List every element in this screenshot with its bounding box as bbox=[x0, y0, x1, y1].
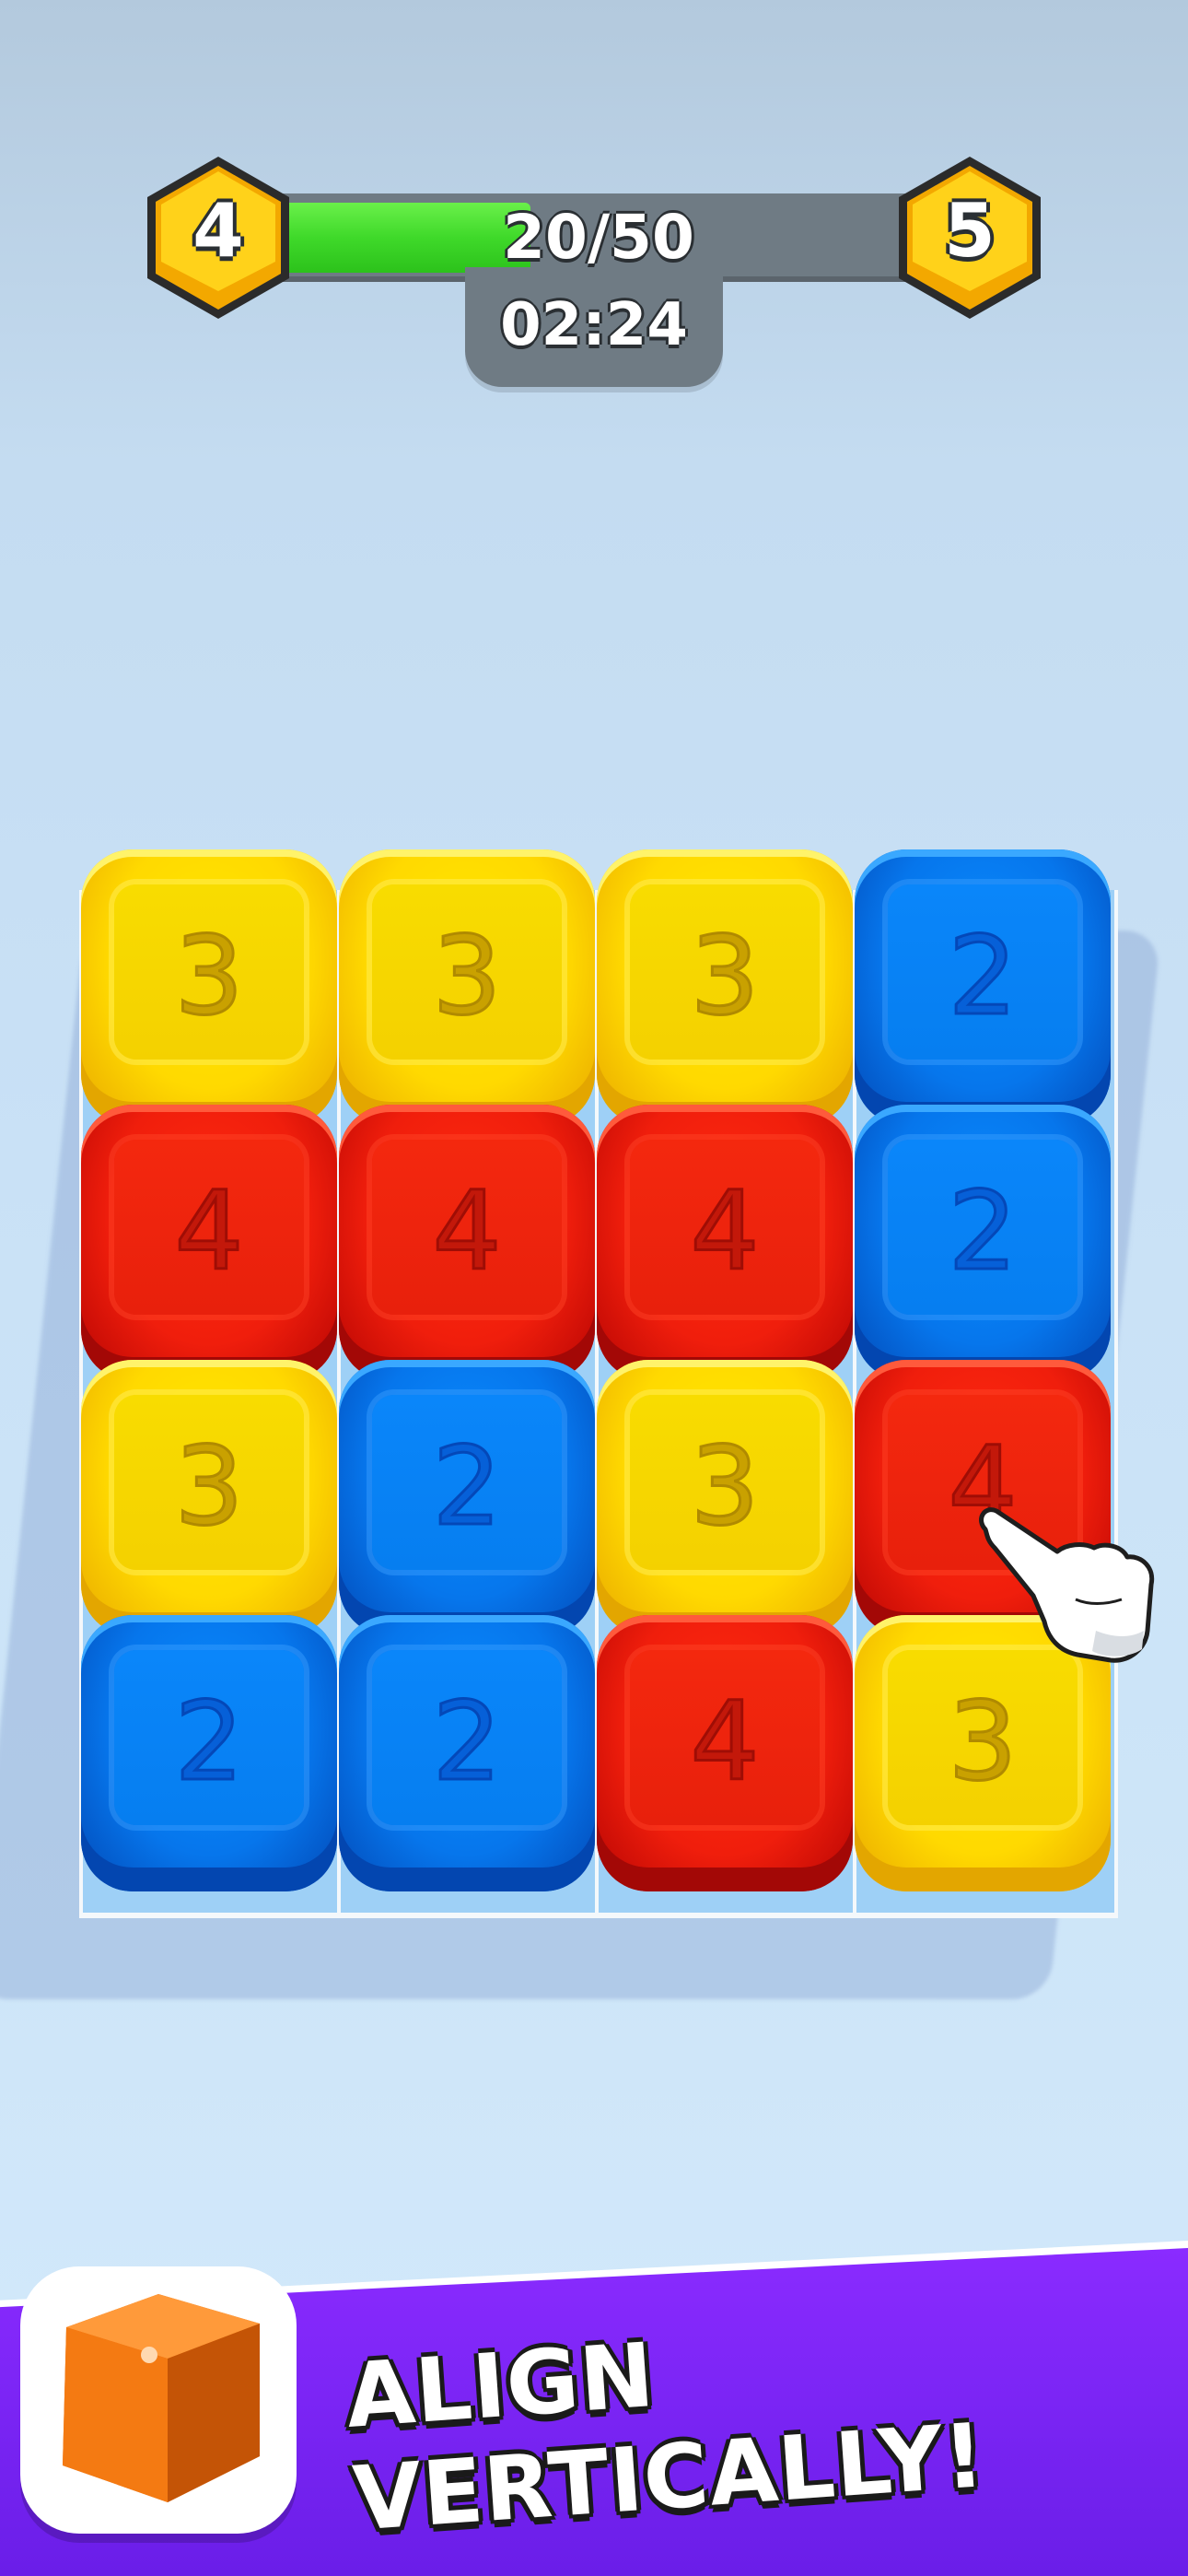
orange-cube-icon bbox=[20, 2266, 297, 2534]
block-number: 2 bbox=[173, 1677, 245, 1807]
block-number: 2 bbox=[947, 1166, 1019, 1296]
block-blue[interactable]: 2 bbox=[339, 1360, 595, 1636]
block-number: 2 bbox=[947, 911, 1019, 1041]
block-blue[interactable]: 2 bbox=[81, 1615, 337, 1891]
block-number: 3 bbox=[689, 1422, 761, 1551]
block-red[interactable]: 4 bbox=[597, 1105, 853, 1381]
block-red[interactable]: 4 bbox=[597, 1615, 853, 1891]
block-number: 3 bbox=[431, 911, 503, 1041]
block-number: 4 bbox=[173, 1166, 245, 1296]
current-level-badge: 4 bbox=[140, 153, 297, 322]
next-level-number: 5 bbox=[944, 188, 996, 274]
block-yellow[interactable]: 3 bbox=[339, 849, 595, 1126]
pointing-hand-icon bbox=[967, 1493, 1170, 1677]
block-blue[interactable]: 2 bbox=[339, 1615, 595, 1891]
block-red[interactable]: 4 bbox=[339, 1105, 595, 1381]
level-progress-hud: 20/50 02:24 4 5 bbox=[0, 0, 1188, 424]
block-yellow[interactable]: 3 bbox=[597, 1360, 853, 1636]
block-blue[interactable]: 2 bbox=[855, 1105, 1111, 1381]
block-yellow[interactable]: 3 bbox=[597, 849, 853, 1126]
block-red[interactable]: 4 bbox=[81, 1105, 337, 1381]
block-number: 3 bbox=[689, 911, 761, 1041]
timer-text: 02:24 bbox=[500, 291, 688, 359]
block-number: 2 bbox=[431, 1677, 503, 1807]
block-yellow[interactable]: 3 bbox=[81, 849, 337, 1126]
block-number: 4 bbox=[689, 1677, 761, 1807]
game-board[interactable]: 3332444232342243 bbox=[79, 849, 1118, 1918]
block-number: 4 bbox=[431, 1166, 503, 1296]
next-level-badge: 5 bbox=[891, 153, 1048, 322]
block-number: 2 bbox=[431, 1422, 503, 1551]
block-number: 3 bbox=[173, 1422, 245, 1551]
block-number: 4 bbox=[689, 1166, 761, 1296]
block-blue[interactable]: 2 bbox=[855, 849, 1111, 1126]
current-level-number: 4 bbox=[192, 188, 244, 274]
block-number: 3 bbox=[947, 1677, 1019, 1807]
block-yellow[interactable]: 3 bbox=[81, 1360, 337, 1636]
timer-panel: 02:24 bbox=[465, 267, 723, 387]
block-number: 3 bbox=[173, 911, 245, 1041]
